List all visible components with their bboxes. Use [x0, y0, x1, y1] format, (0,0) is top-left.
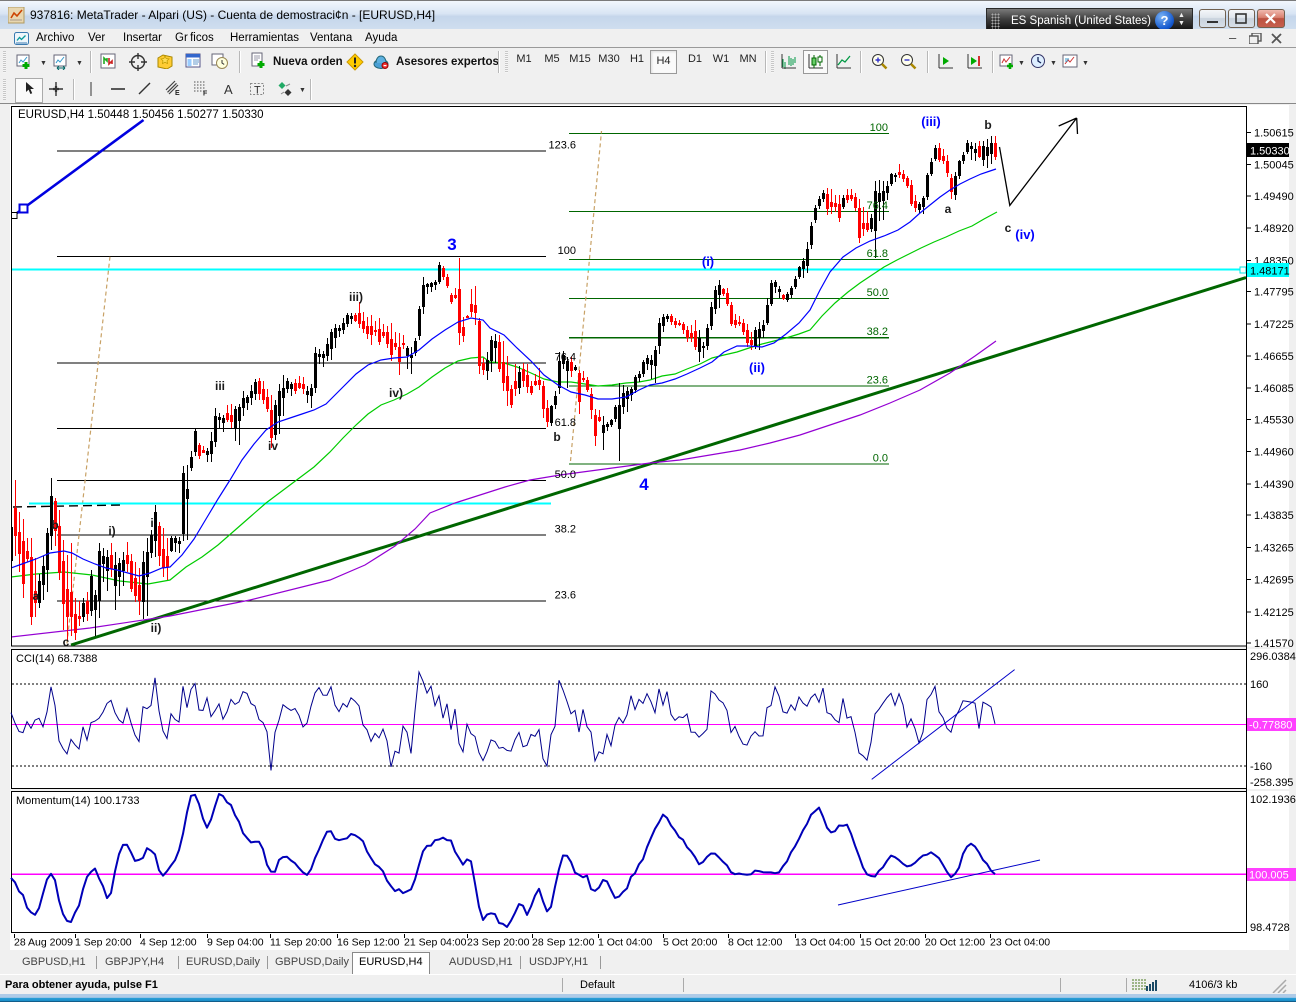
svg-text:11 Sep 20:00: 11 Sep 20:00 — [270, 937, 332, 949]
svg-text:61.8: 61.8 — [867, 248, 888, 260]
svg-text:76.4: 76.4 — [867, 200, 888, 212]
svg-text:(i): (i) — [702, 254, 714, 269]
svg-text:a: a — [33, 589, 40, 603]
svg-text:1.48171: 1.48171 — [1250, 266, 1290, 278]
svg-text:1.42125: 1.42125 — [1254, 607, 1294, 619]
svg-text:iv: iv — [268, 439, 278, 453]
svg-text:1 Oct 04:00: 1 Oct 04:00 — [598, 937, 652, 949]
svg-text:1.50045: 1.50045 — [1254, 160, 1294, 172]
svg-text:b: b — [51, 518, 58, 532]
svg-text:23.6: 23.6 — [555, 590, 576, 602]
svg-text:-258.395: -258.395 — [1250, 777, 1293, 789]
svg-text:a: a — [945, 202, 952, 216]
svg-text:(ii): (ii) — [749, 360, 765, 375]
svg-text:23.6: 23.6 — [867, 375, 888, 387]
svg-text:i): i) — [108, 524, 115, 538]
svg-text:ii): ii) — [151, 621, 162, 635]
svg-text:1.47795: 1.47795 — [1254, 287, 1294, 299]
svg-text:b: b — [984, 118, 991, 132]
svg-text:c: c — [63, 635, 70, 649]
svg-text:1.50615: 1.50615 — [1254, 127, 1294, 139]
svg-text:100: 100 — [558, 245, 576, 257]
svg-text:23 Oct 04:00: 23 Oct 04:00 — [990, 937, 1050, 949]
svg-text:1.47225: 1.47225 — [1254, 319, 1294, 331]
svg-text:i: i — [150, 516, 153, 530]
svg-text:3: 3 — [447, 235, 456, 254]
svg-text:1.44960: 1.44960 — [1254, 447, 1294, 459]
svg-text:(iii): (iii) — [921, 114, 941, 129]
svg-text:100: 100 — [870, 122, 888, 134]
svg-text:98.4728: 98.4728 — [1250, 922, 1290, 934]
svg-text:76.4: 76.4 — [555, 352, 576, 364]
svg-text:4 Sep 12:00: 4 Sep 12:00 — [140, 937, 197, 949]
svg-text:28 Sep 12:00: 28 Sep 12:00 — [532, 937, 595, 949]
svg-text:Momentum(14) 100.1733: Momentum(14) 100.1733 — [16, 795, 140, 807]
svg-text:38.2: 38.2 — [555, 524, 576, 536]
svg-text:28 Aug 2009: 28 Aug 2009 — [14, 937, 73, 949]
svg-text:13 Oct 04:00: 13 Oct 04:00 — [795, 937, 855, 949]
svg-text:1.49490: 1.49490 — [1254, 191, 1294, 203]
svg-text:0.0: 0.0 — [873, 453, 888, 465]
svg-text:1.42695: 1.42695 — [1254, 575, 1294, 587]
svg-text:5 Oct 20:00: 5 Oct 20:00 — [663, 937, 717, 949]
svg-text:iii: iii — [215, 379, 225, 393]
svg-text:4: 4 — [639, 475, 649, 494]
svg-text:1.44390: 1.44390 — [1254, 479, 1294, 491]
svg-text:23 Sep 20:00: 23 Sep 20:00 — [467, 937, 530, 949]
svg-text:1.43265: 1.43265 — [1254, 542, 1294, 554]
svg-text:15 Oct 20:00: 15 Oct 20:00 — [860, 937, 920, 949]
svg-text:160: 160 — [1250, 679, 1268, 691]
svg-text:b: b — [553, 430, 560, 444]
svg-text:iv): iv) — [389, 386, 403, 400]
svg-text:296.0384: 296.0384 — [1250, 651, 1296, 663]
svg-text:1.46085: 1.46085 — [1254, 383, 1294, 395]
svg-text:100.005: 100.005 — [1249, 870, 1289, 882]
svg-text:21 Sep 04:00: 21 Sep 04:00 — [404, 937, 467, 949]
svg-text:1 Sep 20:00: 1 Sep 20:00 — [75, 937, 132, 949]
svg-text:1.50330: 1.50330 — [1250, 146, 1290, 158]
svg-text:1.45530: 1.45530 — [1254, 415, 1294, 427]
svg-text:1.46655: 1.46655 — [1254, 351, 1294, 363]
svg-text:-0.77880: -0.77880 — [1249, 720, 1292, 732]
svg-text:8 Oct 12:00: 8 Oct 12:00 — [728, 937, 782, 949]
svg-text:(iv): (iv) — [1015, 227, 1035, 242]
svg-text:iii): iii) — [349, 290, 363, 304]
svg-text:-160: -160 — [1250, 761, 1272, 773]
svg-text:38.2: 38.2 — [867, 326, 888, 338]
svg-text:CCI(14) 68.7388: CCI(14) 68.7388 — [16, 653, 97, 665]
svg-text:61.8: 61.8 — [555, 417, 576, 429]
svg-text:16 Sep 12:00: 16 Sep 12:00 — [337, 937, 400, 949]
svg-text:50.0: 50.0 — [867, 287, 888, 299]
svg-text:102.1936: 102.1936 — [1250, 794, 1296, 806]
svg-text:c: c — [1005, 221, 1012, 235]
svg-text:9 Sep 04:00: 9 Sep 04:00 — [207, 937, 264, 949]
svg-text:1.41570: 1.41570 — [1254, 638, 1294, 650]
svg-text:1.43835: 1.43835 — [1254, 510, 1294, 522]
svg-text:EURUSD,H4 1.50448 1.50456 1.5: EURUSD,H4 1.50448 1.50456 1.50277 1.5033… — [18, 109, 264, 121]
svg-text:123.6: 123.6 — [548, 140, 576, 152]
svg-text:1.48920: 1.48920 — [1254, 223, 1294, 235]
svg-text:50.0: 50.0 — [555, 469, 576, 481]
svg-text:20 Oct 12:00: 20 Oct 12:00 — [925, 937, 985, 949]
